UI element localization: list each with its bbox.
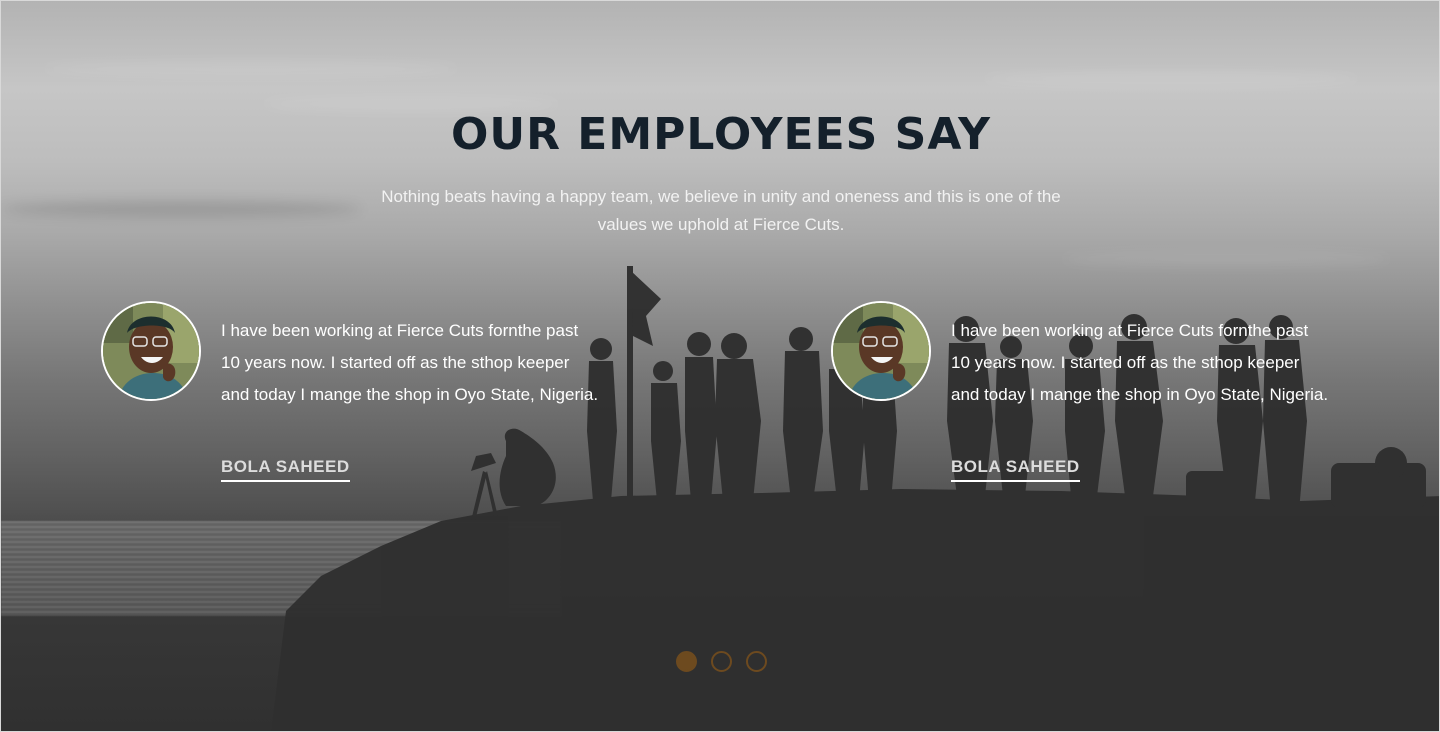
testimonial-card: I have been working at Fierce Cuts fornt… — [831, 301, 1328, 491]
testimonial-quote: I have been working at Fierce Cuts fornt… — [221, 321, 599, 404]
pagination-dot-1[interactable] — [676, 651, 697, 672]
testimonials-section: OUR EMPLOYEES SAY Nothing beats having a… — [0, 0, 1440, 732]
pagination-dot-3[interactable] — [746, 651, 767, 672]
carousel-pagination — [676, 651, 771, 673]
testimonial-card: I have been working at Fierce Cuts fornt… — [101, 301, 598, 491]
testimonial-author-link[interactable]: BOLA SAHEED — [221, 457, 350, 482]
avatar-photo — [833, 303, 929, 399]
testimonial-quote: I have been working at Fierce Cuts fornt… — [951, 321, 1329, 404]
pagination-dot-2[interactable] — [711, 651, 732, 672]
testimonial-author-link[interactable]: BOLA SAHEED — [951, 457, 1080, 482]
testimonials-content: OUR EMPLOYEES SAY Nothing beats having a… — [1, 1, 1439, 731]
person-avatar-icon — [101, 301, 201, 401]
avatar-photo — [103, 303, 199, 399]
section-subtitle: Nothing beats having a happy team, we be… — [381, 187, 1061, 234]
person-avatar-icon — [831, 301, 931, 401]
section-heading: OUR EMPLOYEES SAY — [450, 109, 992, 160]
